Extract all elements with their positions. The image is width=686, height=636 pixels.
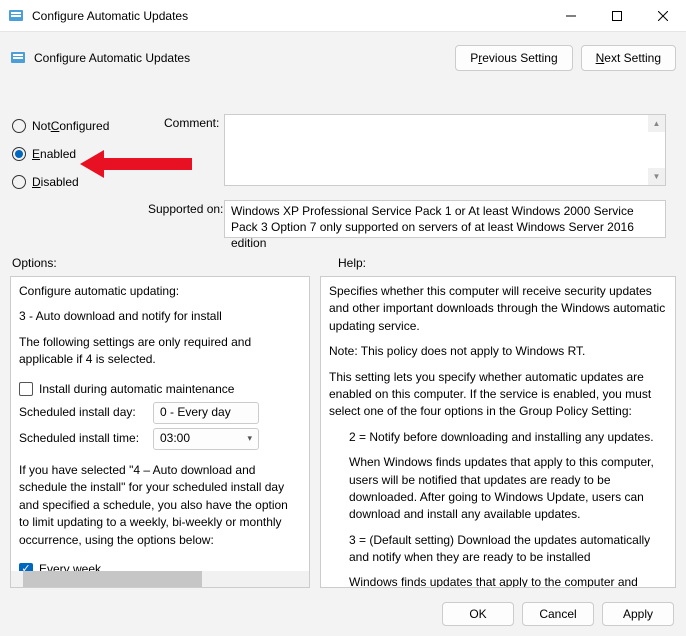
help-opt3: 3 = (Default setting) Download the updat… xyxy=(329,532,667,567)
chevron-down-icon: ▾ xyxy=(247,432,252,445)
window-title: Configure Automatic Updates xyxy=(32,9,548,23)
options-note: The following settings are only required… xyxy=(19,334,301,369)
scroll-down-button[interactable]: ▼ xyxy=(648,168,665,185)
supported-on-text: Windows XP Professional Service Pack 1 o… xyxy=(224,200,666,238)
maximize-button[interactable] xyxy=(594,0,640,32)
scheduled-install-day-label: Scheduled install day: xyxy=(19,404,149,421)
minimize-button[interactable] xyxy=(548,0,594,32)
apply-button[interactable]: Apply xyxy=(602,602,674,626)
install-during-maintenance-label: Install during automatic maintenance xyxy=(39,381,234,398)
help-opt2-desc: When Windows finds updates that apply to… xyxy=(329,454,667,524)
supported-on-label: Supported on: xyxy=(148,202,223,216)
install-during-maintenance-checkbox[interactable] xyxy=(19,382,33,396)
radio-disabled[interactable]: Disabled xyxy=(12,168,152,196)
help-p1: Specifies whether this computer will rec… xyxy=(329,283,667,335)
radio-enabled[interactable]: Enabled xyxy=(12,140,152,168)
scheduled-install-time-label: Scheduled install time: xyxy=(19,430,149,447)
help-opt3-desc: Windows finds updates that apply to the … xyxy=(329,574,667,588)
policy-icon xyxy=(10,50,26,66)
help-p2: Note: This policy does not apply to Wind… xyxy=(329,343,667,360)
close-button[interactable] xyxy=(640,0,686,32)
ok-button[interactable]: OK xyxy=(442,602,514,626)
cancel-button[interactable]: Cancel xyxy=(522,602,594,626)
previous-setting-button[interactable]: Previous Setting xyxy=(455,45,572,71)
options-label: Options: xyxy=(12,256,338,270)
options-panel: Configure automatic updating: 3 - Auto d… xyxy=(10,276,310,588)
help-opt2: 2 = Notify before downloading and instal… xyxy=(329,429,667,446)
schedule-paragraph: If you have selected "4 – Auto download … xyxy=(19,462,301,549)
comment-label: Comment: xyxy=(164,116,219,130)
app-icon xyxy=(8,8,24,24)
radio-not-configured[interactable]: Not Configured xyxy=(12,112,152,140)
policy-title: Configure Automatic Updates xyxy=(34,51,447,65)
help-label: Help: xyxy=(338,256,366,270)
comment-textarea[interactable]: ▲ ▼ xyxy=(224,114,666,186)
horizontal-scrollbar[interactable] xyxy=(11,571,309,587)
configure-updating-label: Configure automatic updating: xyxy=(19,283,301,300)
scroll-up-button[interactable]: ▲ xyxy=(648,115,665,132)
next-setting-button[interactable]: Next Setting xyxy=(581,45,676,71)
help-panel[interactable]: Specifies whether this computer will rec… xyxy=(320,276,676,588)
update-mode-dropdown[interactable]: 3 - Auto download and notify for install xyxy=(19,308,301,325)
scheduled-install-time-dropdown[interactable]: 03:00▾ xyxy=(153,428,259,450)
help-p3: This setting lets you specify whether au… xyxy=(329,369,667,421)
scheduled-install-day-dropdown[interactable]: 0 - Every day xyxy=(153,402,259,424)
